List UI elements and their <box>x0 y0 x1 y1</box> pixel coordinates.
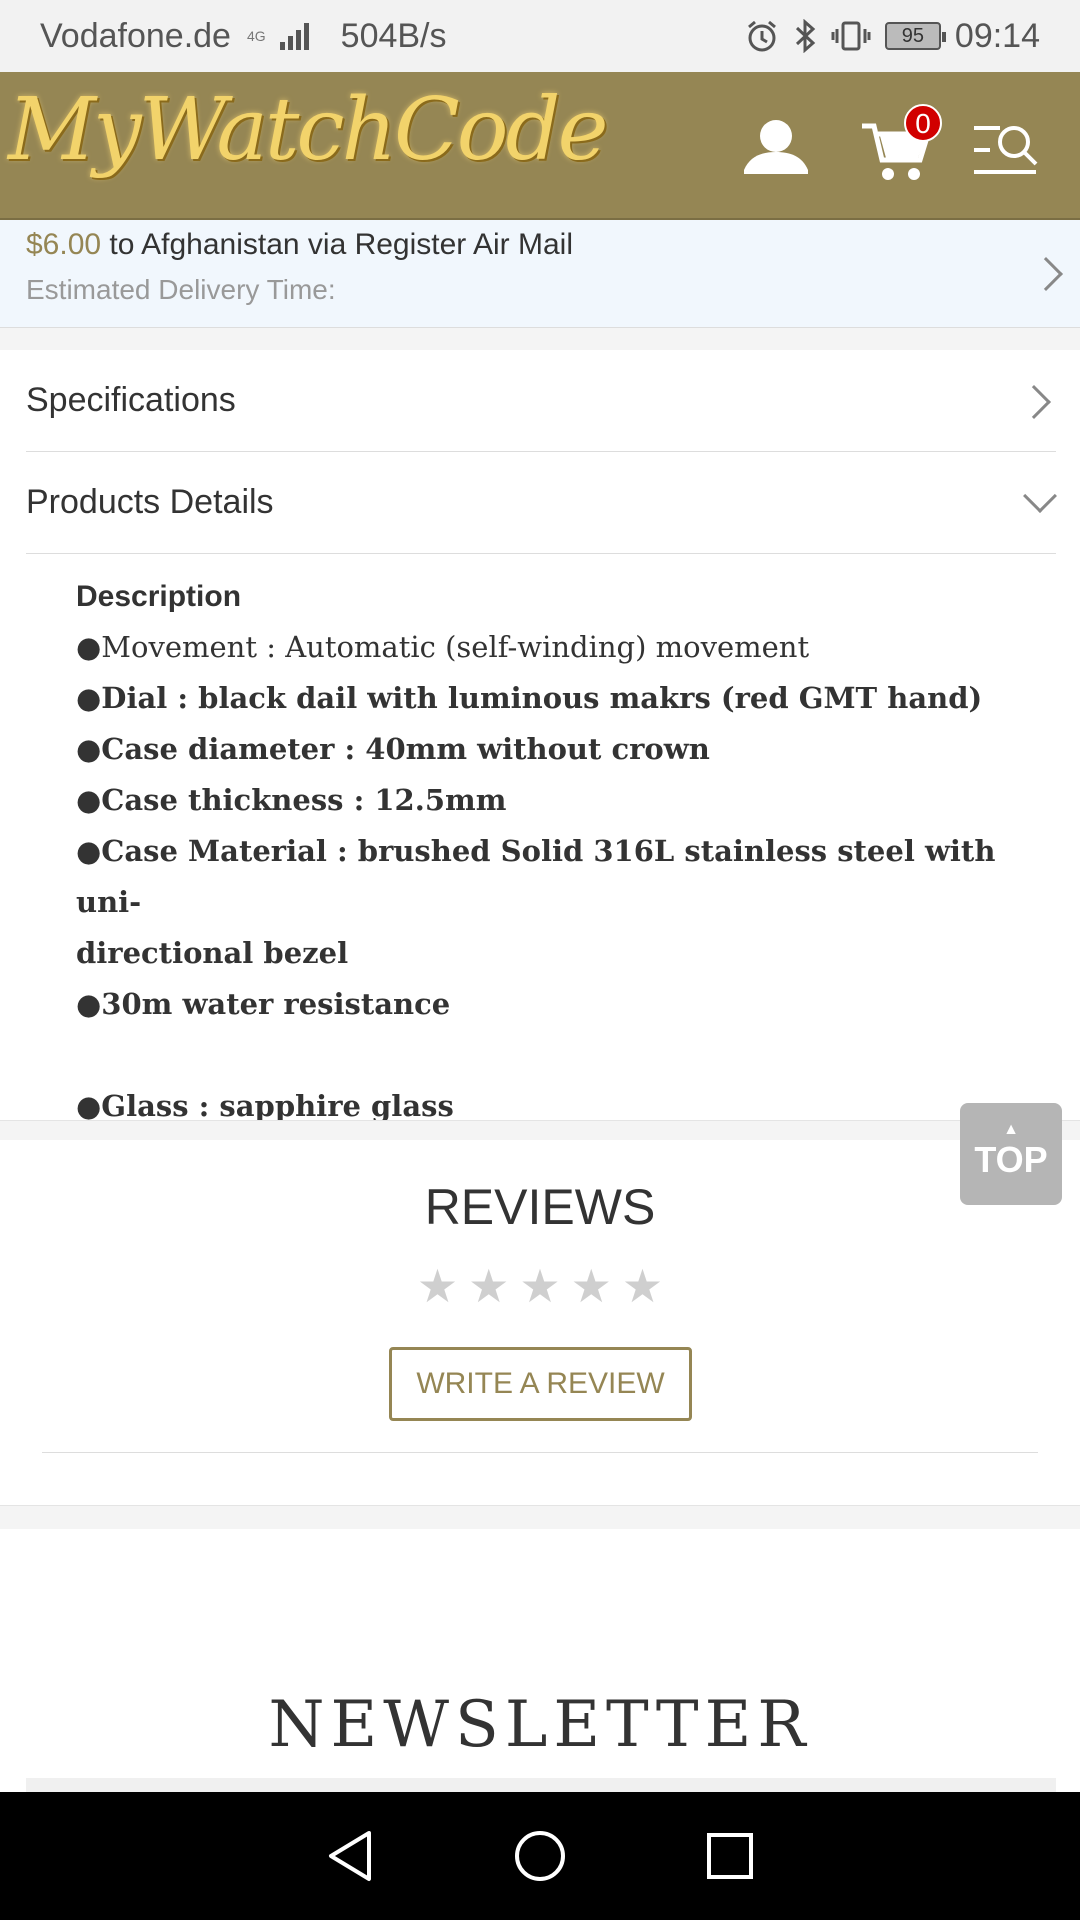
write-review-button[interactable]: WRITE A REVIEW <box>389 1347 692 1421</box>
recents-nav-icon[interactable] <box>695 1821 765 1891</box>
description-line: ●Dial : black dail with luminous makrs (… <box>76 681 983 715</box>
account-icon[interactable] <box>738 112 814 188</box>
specifications-label: Specifications <box>26 381 236 419</box>
shipping-destination: to Afghanistan via Register Air Mail <box>101 228 573 261</box>
bluetooth-icon <box>795 19 816 53</box>
description-line: directional bezel <box>76 936 349 970</box>
star-icon: ★ <box>468 1260 510 1312</box>
description-title: Description <box>76 580 242 613</box>
status-right: 95 09:14 <box>745 17 1040 56</box>
shipping-cost-text: $6.00 to Afghanistan via Register Air Ma… <box>26 228 1054 262</box>
network-speed: 504B/s <box>340 16 447 55</box>
battery-icon: 95 <box>884 22 946 50</box>
signal-icon <box>279 22 309 50</box>
network-type: 4G <box>246 28 266 44</box>
cart-icon[interactable]: 0 <box>858 104 942 188</box>
description-line: ●Case thickness : 12.5mm <box>76 783 507 817</box>
section-gap <box>0 328 1080 350</box>
vibrate-icon <box>831 21 871 51</box>
status-left: Vodafone.de 4G 504B/s <box>40 17 447 56</box>
section-gap <box>0 1120 1080 1140</box>
description-line: ●Case Material : brushed Solid 316L stai… <box>76 834 996 919</box>
carrier-name: Vodafone.de <box>40 16 231 55</box>
chevron-right-icon <box>1017 385 1051 419</box>
site-logo[interactable]: MyWatchCode <box>8 80 608 180</box>
rating-stars: ★ ★ ★ ★ ★ <box>0 1258 1080 1314</box>
delivery-time-label: Estimated Delivery Time: <box>26 274 336 305</box>
specifications-row[interactable]: Specifications <box>26 350 1056 452</box>
status-bar: Vodafone.de 4G 504B/s 95 09:14 <box>0 0 1080 72</box>
description-line: ●30m water resistance <box>76 987 451 1021</box>
chevron-down-icon <box>1023 479 1057 513</box>
reviews-title: REVIEWS <box>424 1179 656 1235</box>
description-line: ●Movement : Automatic (self-winding) mov… <box>76 630 810 664</box>
arrow-up-icon: ▲ <box>1003 1121 1019 1138</box>
section-gap <box>0 1505 1080 1529</box>
cart-count-badge: 0 <box>904 104 942 142</box>
star-icon: ★ <box>621 1260 664 1312</box>
site-header: MyWatchCode 0 <box>0 72 1080 220</box>
shipping-price: $6.00 <box>26 228 102 261</box>
newsletter-section-edge <box>26 1778 1056 1792</box>
description-line <box>76 1030 1016 1081</box>
products-details-row[interactable]: Products Details <box>26 452 1057 554</box>
description-line: ●Case diameter : 40mm without crown <box>76 732 710 766</box>
back-to-top-label: TOP <box>974 1139 1048 1180</box>
home-nav-icon[interactable] <box>505 1821 575 1891</box>
back-nav-icon[interactable] <box>315 1821 385 1891</box>
star-icon: ★ <box>519 1260 561 1312</box>
alarm-icon <box>747 20 776 52</box>
product-description: Description ●Movement : Automatic (self-… <box>76 580 1016 1132</box>
navigation-bar <box>0 1792 1080 1920</box>
divider <box>42 1452 1038 1453</box>
clock: 09:14 <box>954 16 1040 55</box>
shipping-info-row[interactable]: $6.00 to Afghanistan via Register Air Ma… <box>0 220 1080 328</box>
newsletter-title: NEWSLETTER <box>268 1688 812 1762</box>
menu-search-icon[interactable] <box>968 112 1044 188</box>
star-icon: ★ <box>570 1260 612 1312</box>
products-details-label: Products Details <box>26 483 274 521</box>
star-icon: ★ <box>416 1260 459 1312</box>
